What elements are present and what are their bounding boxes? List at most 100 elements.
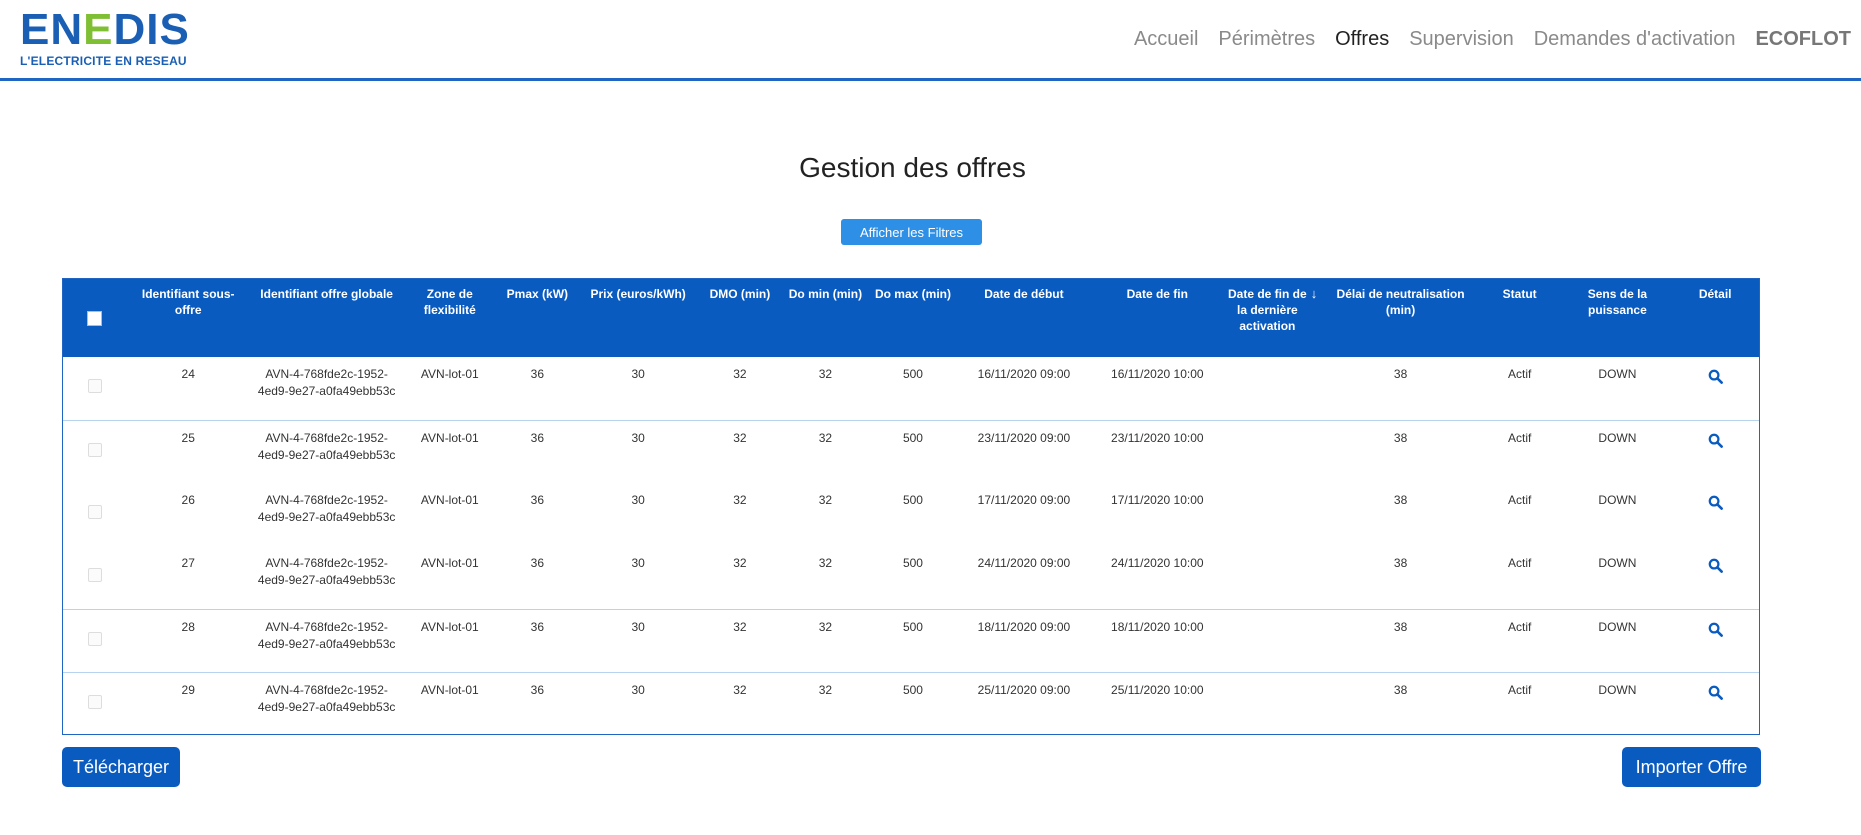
search-icon[interactable] [1708,369,1723,389]
cell-do-min: 32 [781,671,870,734]
offers-table: Identifiant sous-offre Identifiant offre… [62,278,1760,735]
column-header[interactable]: Identifiant offre globale [250,279,403,357]
search-icon[interactable] [1708,495,1723,515]
row-checkbox[interactable] [87,505,102,519]
row-select-cell [63,546,126,609]
table-row[interactable]: 27 AVN-4-768fde2c-1952-4ed9-9e27-a0fa49e… [63,546,1759,609]
cell-do-max: 500 [902,556,923,570]
cell-neutralization-delay: 38 [1325,671,1476,734]
import-offer-button[interactable]: Importer Offre [1622,747,1761,787]
cell-last-activation [1223,608,1326,672]
cell-do-min: 32 [781,608,870,672]
page-title: Gestion des offres [799,152,1026,183]
cell-prix: 30 [631,556,645,570]
column-header[interactable]: Statut [1476,279,1564,357]
column-header[interactable]: Sens de la puissance [1563,279,1671,357]
column-header[interactable]: Délai de neutralisation (min) [1325,279,1476,357]
table-row[interactable]: 24 AVN-4-768fde2c-1952-4ed9-9e27-a0fa49e… [63,357,1759,420]
cell-start-date: 23/11/2020 09:00 [956,419,1092,483]
column-header: Détail [1698,287,1732,301]
nav-item-ecoflot[interactable]: ECOFLOT [1755,28,1851,51]
row-select-cell [63,419,127,483]
nav-item-demandes-activation[interactable]: Demandes d'activation [1534,28,1736,51]
cell-detail [1671,671,1759,734]
column-header[interactable]: DMO (min) [698,279,781,357]
column-header[interactable]: Zone de flexibilité [403,279,497,357]
cell-id: 25 [126,419,251,483]
nav-item-supervision[interactable]: Supervision [1409,28,1514,51]
cell-dmo: 32 [698,608,782,672]
cell-do-max: 500 [869,419,957,483]
row-select-cell [63,671,127,734]
cell-id: 26 [181,493,195,507]
cell-neutralization-delay: 38 [1393,556,1408,570]
column-header[interactable]: Date de début [957,279,1091,357]
row-checkbox[interactable] [87,568,102,582]
search-icon[interactable] [1708,558,1723,578]
column-header[interactable]: Prix (euros/kWh) [578,279,698,357]
cell-dmo: 32 [733,556,747,570]
table-row[interactable]: 25 AVN-4-768fde2c-1952-4ed9-9e27-a0fa49e… [63,419,1759,483]
row-select-cell [63,483,126,546]
select-all-cell [63,279,126,357]
logo-tagline: L'ELECTRICITE EN RESEAU [20,54,187,68]
cell-status: Actif [1508,367,1532,381]
nav-item-perimetres[interactable]: Périmètres [1218,28,1315,51]
select-all-checkbox[interactable] [87,311,103,326]
cell-detail [1671,419,1759,483]
cell-pmax: 36 [530,367,545,381]
column-header[interactable]: Identifiant sous-offre [126,279,250,357]
cell-do-min: 32 [818,493,833,507]
top-header: ENEDIS L'ELECTRICITE EN RESEAU Accueil P… [0,0,1861,81]
cell-dmo: 32 [698,419,782,483]
search-icon[interactable] [1708,685,1723,705]
row-checkbox[interactable] [87,379,102,393]
nav-item-accueil[interactable]: Accueil [1134,28,1198,51]
table-row[interactable]: 26 AVN-4-768fde2c-1952-4ed9-9e27-a0fa49e… [63,483,1759,546]
column-header-sorted[interactable]: Date de fin de la dernière activation ↓ [1223,279,1325,357]
cell-power-direction: DOWN [1598,493,1637,507]
cell-start-date: 24/11/2020 09:00 [977,556,1071,570]
cell-last-activation [1223,357,1325,420]
column-header-label: Date de fin de la dernière activation [1228,287,1307,333]
cell-pmax: 36 [496,419,579,483]
row-checkbox[interactable] [87,442,102,457]
cell-prix: 30 [631,367,645,381]
cell-pmax: 36 [496,608,579,672]
table-row[interactable]: 29 AVN-4-768fde2c-1952-4ed9-9e27-a0fa49e… [63,671,1759,734]
cell-id: 24 [181,367,195,381]
enedis-logo[interactable]: ENEDIS L'ELECTRICITE EN RESEAU [20,5,190,69]
cell-detail [1671,357,1759,420]
cell-dmo: 32 [733,367,747,381]
main-nav: Accueil Périmètres Offres Supervision De… [1114,24,1851,54]
cell-global-offer-id: AVN-4-768fde2c-1952-4ed9-9e27-a0fa49ebb5… [250,608,403,672]
download-button[interactable]: Télécharger [62,747,180,787]
cell-start-date: 17/11/2020 09:00 [977,493,1071,507]
sort-desc-icon[interactable]: ↓ [1311,286,1318,302]
row-checkbox[interactable] [87,631,102,646]
cell-last-activation [1223,546,1325,609]
logo-wordmark: ENEDIS [20,5,190,54]
cell-end-date: 23/11/2020 10:00 [1091,419,1224,483]
row-select-cell [63,357,126,420]
cell-do-max: 500 [902,493,923,507]
column-header[interactable]: Pmax (kW) [497,279,578,357]
column-header[interactable]: Do max (min) [869,279,957,357]
table-row[interactable]: 28 AVN-4-768fde2c-1952-4ed9-9e27-a0fa49e… [63,608,1759,672]
cell-power-direction: DOWN [1563,608,1672,672]
column-header[interactable]: Date de fin [1091,279,1223,357]
row-checkbox[interactable] [87,694,102,709]
search-icon[interactable] [1708,433,1723,453]
search-icon[interactable] [1708,622,1723,642]
show-filters-button[interactable]: Afficher les Filtres [841,219,982,245]
cell-dmo: 32 [733,493,747,507]
cell-neutralization-delay: 38 [1393,367,1408,381]
cell-status: Actif [1508,556,1532,570]
cell-do-max: 500 [869,608,957,672]
cell-dmo: 32 [698,671,782,734]
column-header[interactable]: Do min (min) [782,279,870,357]
cell-global-offer-id: AVN-4-768fde2c-1952-4ed9-9e27-a0fa49ebb5… [257,367,396,398]
cell-zone: AVN-lot-01 [420,367,479,381]
nav-item-offres[interactable]: Offres [1335,28,1389,51]
cell-global-offer-id: AVN-4-768fde2c-1952-4ed9-9e27-a0fa49ebb5… [257,556,396,587]
